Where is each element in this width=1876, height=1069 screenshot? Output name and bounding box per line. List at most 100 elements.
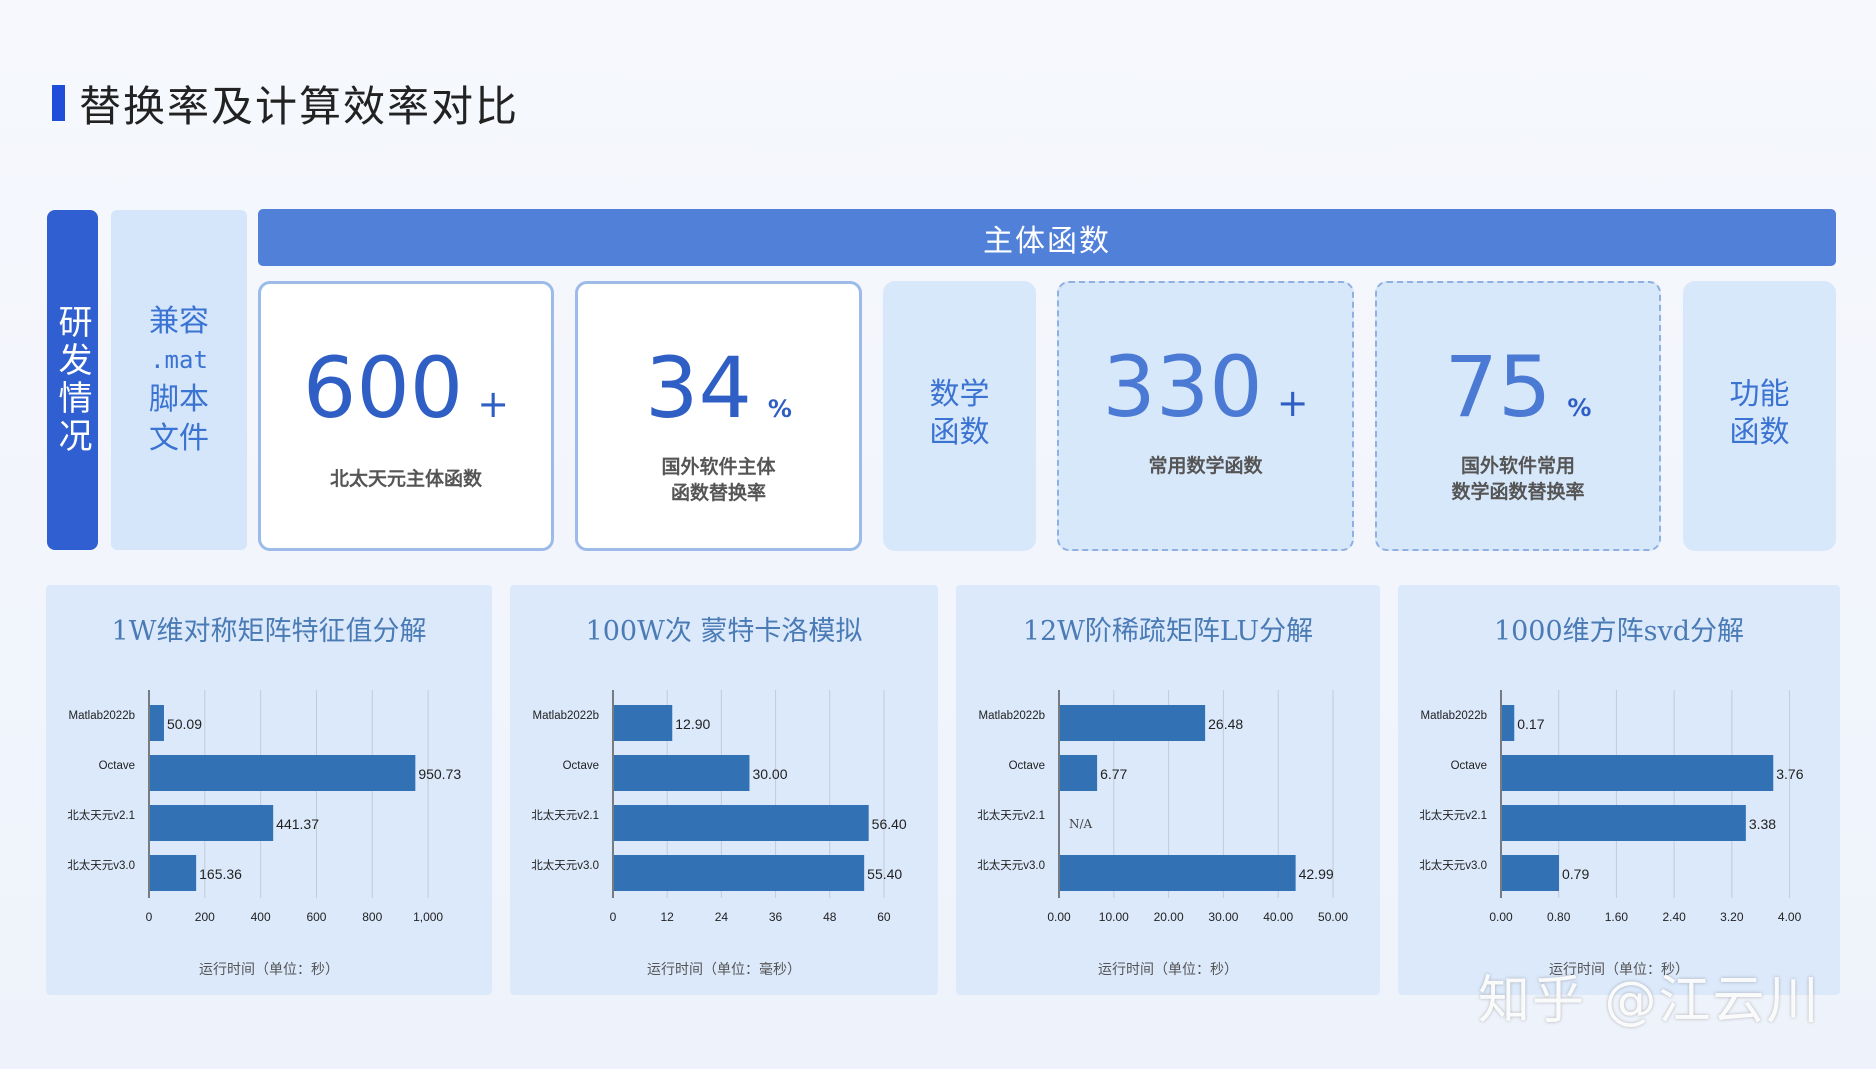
y-category-label: Octave [1009,760,1045,772]
y-category-label: Matlab2022b [979,710,1046,722]
chart-lu: 0.00 10.00 20.00 30.00 40.00 50.00 Matlab2022b… [977,690,1348,924]
x-tick-label: 36 [769,910,783,924]
stat-suffix: % [1567,394,1592,422]
y-category-label: 北太天元v3.0 [67,859,135,872]
chart-panel-lu: 12W阶稀疏矩阵LU分解 0.00 10.00 20.00 30.00 40.00 50.… [956,585,1380,995]
stat-caption-line2: 函数替换率 [670,482,766,504]
stat-suffix: + [1276,381,1309,425]
main-functions-header: 主体函数 [258,209,1836,266]
x-tick-label: 1.60 [1605,910,1629,924]
bar [150,755,416,791]
compat-line1: 兼容 [149,304,209,339]
math-label-line2: 函数 [929,415,990,450]
bar [1502,855,1559,891]
bar-value-label: 3.38 [1749,816,1776,832]
x-tick-label: 0.00 [1047,910,1071,924]
x-tick-label: 600 [306,910,326,924]
y-category-label: 北太天元v3.0 [977,859,1045,872]
stat-value: 330 [1102,338,1263,436]
bar [614,705,673,741]
x-tick-label: 0.80 [1547,910,1571,924]
stat-caption: 北太天元主体函数 [329,468,482,490]
title-accent-bar [52,85,65,121]
y-category-label: Octave [563,760,599,772]
chart-panel-eigen: 1W维对称矩阵特征值分解 0 200 400 600 800 1,000 Matlab202… [46,585,492,995]
x-tick-label: 800 [362,910,382,924]
bar [1502,705,1515,741]
bar-value-label: 26.48 [1208,716,1243,732]
y-category-label: 北太天元v3.0 [1419,859,1487,872]
x-tick-label: 60 [877,910,891,924]
x-tick-label: 1,000 [413,910,443,924]
bar [1060,755,1098,791]
chart-x-axis-label: 运行时间（单位：秒） [199,962,339,978]
compat-mat-card: 兼容 .mat 脚本 文件 [111,210,247,550]
bar-value-label: 30.00 [752,766,787,782]
x-tick-label: 2.40 [1662,910,1686,924]
bar [1060,705,1206,741]
compat-line4: 文件 [149,421,209,456]
x-tick-label: 10.00 [1099,910,1129,924]
bar-value-label: 441.37 [276,816,319,832]
y-category-label: 北太天元v2.1 [1419,809,1487,822]
y-category-label: 北太天元v3.0 [531,859,599,872]
x-tick-label: 20.00 [1154,910,1184,924]
bar-value-label: 6.77 [1100,766,1127,782]
x-tick-label: 3.20 [1720,910,1744,924]
x-tick-label: 0.00 [1489,910,1513,924]
bar-value-label: 42.99 [1299,866,1334,882]
y-category-label: 北太天元v2.1 [531,809,599,822]
chart-montecarlo: 0 12 24 36 48 60 Matlab2022b 12.90 Octave 30.00 北太… [531,690,907,924]
stat-caption-line1: 国外软件常用 [1460,455,1575,477]
math-functions-label-card: 数学 函数 [883,281,1036,551]
chart-eigen: 0 200 400 600 800 1,000 Matlab2022b 50.09 Octave… [67,690,461,924]
bar [614,805,869,841]
stat-card-main-functions: 600 + 北太天元主体函数 [258,281,554,551]
x-tick-label: 12 [661,910,675,924]
bar [150,705,164,741]
y-category-label: 北太天元v2.1 [977,809,1045,822]
stat-card-main-replace-rate: 34% 国外软件主体 函数替换率 [575,281,862,551]
x-tick-label: 50.00 [1318,910,1348,924]
bar-value-label: 56.40 [872,816,907,832]
bar [150,855,197,891]
bar-value-label: 55.40 [867,866,902,882]
bar-value-label: 50.09 [167,716,202,732]
page-title-text: 替换率及计算效率对比 [79,81,520,131]
bar-value-label: 165.36 [199,866,242,882]
x-tick-label: 400 [251,910,271,924]
bar [614,755,750,791]
bar-value-label: 950.73 [418,766,461,782]
bar [1502,805,1746,841]
rd-status-tag: 研发情况 [47,210,98,550]
x-tick-label: 0 [610,910,617,924]
y-category-label: Octave [99,760,135,772]
x-tick-label: 24 [715,910,729,924]
math-label-line1: 数学 [929,377,990,412]
y-category-label: 北太天元v2.1 [67,809,135,822]
x-tick-label: 0 [146,910,153,924]
bar-value-label: 0.79 [1562,866,1589,882]
chart-svd: 0.00 0.80 1.60 2.40 3.20 4.00 Matlab2022b 0.17 O… [1419,690,1804,924]
x-tick-label: 4.00 [1778,910,1802,924]
bar-value-label: 12.90 [675,716,710,732]
x-tick-label: 30.00 [1208,910,1238,924]
compat-line2: .mat [150,346,208,374]
x-tick-label: 40.00 [1263,910,1293,924]
utility-functions-label-card: 功能 函数 [1683,281,1836,551]
bar-value-label: 0.17 [1517,716,1544,732]
stat-caption-line1: 国外软件主体 [661,456,776,478]
bar [1060,855,1296,891]
y-category-label: Matlab2022b [1421,710,1488,722]
compat-line3: 脚本 [149,382,209,417]
chart-panel-montecarlo: 100W次 蒙特卡洛模拟 0 12 24 36 48 60 Matlab2022b 12.90… [510,585,938,995]
chart-x-axis-label: 运行时间（单位：毫秒） [647,962,801,978]
stat-card-math-replace-rate: 75% 国外软件常用 数学函数替换率 [1375,281,1661,551]
stat-suffix: + [477,382,510,426]
page-title: 替换率及计算效率对比 [52,78,519,131]
y-category-label: Octave [1451,760,1487,772]
bar-value-label: 3.76 [1776,766,1803,782]
chart-x-axis-label: 运行时间（单位：秒） [1098,962,1238,978]
stat-value: 600 [302,339,464,437]
x-tick-label: 200 [195,910,215,924]
